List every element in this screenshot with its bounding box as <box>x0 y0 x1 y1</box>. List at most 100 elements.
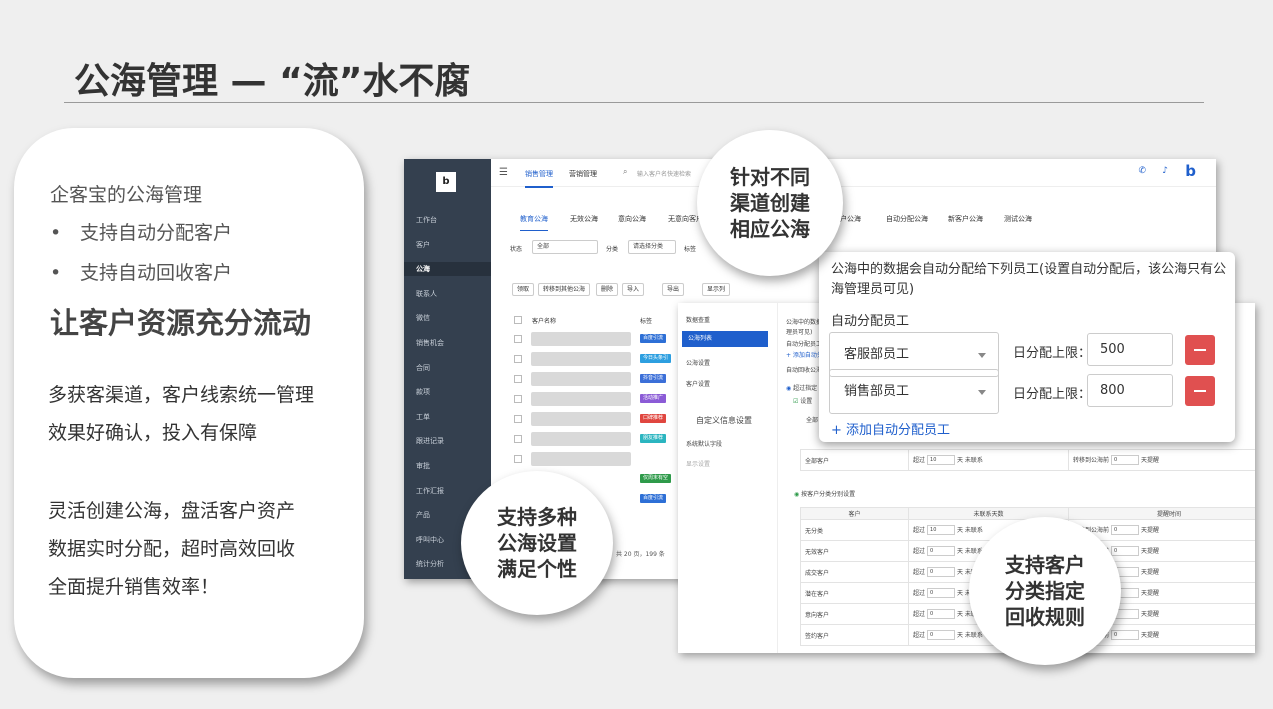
add-auto-link[interactable]: + 添加自动分 <box>786 350 823 359</box>
remove-button[interactable] <box>1185 376 1215 406</box>
add-employee-link[interactable]: + 添加自动分配员工 <box>831 419 950 438</box>
bullet-text: 支持自动回收客户 <box>80 262 233 284</box>
over-label: 超过 <box>913 610 926 618</box>
bullet-auto-assign: • 支持自动分配客户 <box>50 218 232 245</box>
search-input[interactable]: 输入客户名快速检索 <box>637 169 691 178</box>
category-select[interactable]: 请选择分类 <box>628 240 676 254</box>
days-input[interactable]: 10 <box>927 455 956 466</box>
table-row[interactable] <box>531 452 631 466</box>
remind-input[interactable]: 0 <box>1111 630 1140 641</box>
radio-over-days[interactable]: ◉ 超过指定 <box>786 383 817 392</box>
row-tag: 今日头条引 <box>640 354 672 363</box>
sidebar-item[interactable]: 客户 <box>416 238 430 252</box>
sidebar-item[interactable]: 产品 <box>416 508 430 522</box>
no-contact-label: 天 未联系 <box>957 631 983 639</box>
callout-line: 回收规则 <box>1005 605 1085 629</box>
tab-sales[interactable]: 销售管理 <box>525 169 553 188</box>
select-all-checkbox[interactable] <box>514 316 522 324</box>
checkbox-set[interactable]: ☑ 设置 <box>793 396 812 405</box>
remind-input[interactable]: 0 <box>1111 546 1140 557</box>
top-bar: ☰ 销售管理 营销管理 ⌕ 输入客户名快速检索 ✆ ♪ b <box>491 159 1216 188</box>
table-row[interactable] <box>531 352 631 366</box>
sidebar-item[interactable]: 跟进记录 <box>416 434 444 448</box>
headline: 让客户资源充分流动 <box>50 306 312 340</box>
row-tag: 百度引流 <box>640 334 667 343</box>
sidebar-item[interactable]: 工单 <box>416 410 430 424</box>
days-input[interactable]: 0 <box>927 567 956 578</box>
table-row[interactable] <box>531 432 631 446</box>
limit-label: 日分配上限： <box>1013 346 1092 361</box>
pool-tab[interactable]: 教育公海 <box>520 214 548 231</box>
callout-line: 分类指定 <box>1005 579 1085 603</box>
sidebar-item[interactable]: 统计分析 <box>416 557 444 571</box>
menu-toggle-icon[interactable]: ☰ <box>499 167 508 178</box>
pool-tab[interactable]: 自动分配公海 <box>886 214 928 224</box>
row-checkbox[interactable] <box>514 375 522 383</box>
intro-subtitle: 企客宝的公海管理 <box>50 184 203 206</box>
limit-input[interactable]: 500 <box>1087 333 1173 366</box>
menu-default-fields[interactable]: 系统默认字段 <box>686 439 722 448</box>
remind-input[interactable]: 0 <box>1111 455 1140 466</box>
remove-button[interactable] <box>1185 335 1215 365</box>
sidebar-item[interactable]: 工作汇报 <box>416 484 444 498</box>
callout-settings: 支持多种 公海设置 满足个性 <box>461 471 613 615</box>
bell-icon[interactable]: ♪ <box>1162 166 1168 176</box>
menu-customer-settings[interactable]: 客户设置 <box>686 379 710 388</box>
row-checkbox[interactable] <box>514 335 522 343</box>
claim-button[interactable]: 领取 <box>512 283 535 296</box>
callout-line: 满足个性 <box>497 557 577 581</box>
table-row[interactable] <box>531 412 631 426</box>
pool-tab[interactable]: 户公海 <box>840 214 861 224</box>
pool-tab[interactable]: 测试公海 <box>1004 214 1032 224</box>
menu-pool-settings[interactable]: 公海设置 <box>686 358 710 367</box>
days-input[interactable]: 0 <box>927 588 956 599</box>
row-checkbox[interactable] <box>514 355 522 363</box>
menu-custom-fields[interactable]: 自定义信息设置 <box>696 415 752 426</box>
pool-tab[interactable]: 无效公海 <box>570 214 598 224</box>
import-button[interactable]: 导入 <box>622 283 645 296</box>
table-row[interactable] <box>531 372 631 386</box>
menu-pool-list[interactable]: 公海列表 <box>682 331 768 347</box>
menu-dedupe[interactable]: 数据查重 <box>686 315 710 324</box>
columns-button[interactable]: 显示列 <box>702 283 731 296</box>
row-checkbox[interactable] <box>514 455 522 463</box>
menu-display[interactable]: 显示设置 <box>686 459 710 468</box>
para1-line2: 效果好确认，投入有保障 <box>48 422 258 444</box>
sidebar-item[interactable]: 联系人 <box>416 287 437 301</box>
row-checkbox[interactable] <box>514 395 522 403</box>
pool-tab[interactable]: 意向公海 <box>618 214 646 224</box>
days-input[interactable]: 0 <box>927 630 956 641</box>
sidebar-item[interactable]: 微信 <box>416 311 430 325</box>
sidebar-item[interactable]: 呼叫中心 <box>416 533 444 547</box>
days-input[interactable]: 10 <box>927 525 956 536</box>
dept-select[interactable]: 销售部员工 <box>829 369 999 414</box>
phone-icon[interactable]: ✆ <box>1138 166 1146 176</box>
transfer-button[interactable]: 转移到其他公海 <box>538 283 591 296</box>
status-select[interactable]: 全部 <box>532 240 598 254</box>
table-row[interactable] <box>531 332 631 346</box>
table-row[interactable] <box>531 392 631 406</box>
sidebar-item[interactable]: 工作台 <box>416 213 437 227</box>
days-input[interactable]: 0 <box>927 609 956 620</box>
category-name: 意向客户 <box>800 603 909 625</box>
col-customer-name: 客户名称 <box>532 318 557 325</box>
sidebar-item[interactable]: 款项 <box>416 385 430 399</box>
limit-input[interactable]: 800 <box>1087 374 1173 407</box>
row-checkbox[interactable] <box>514 435 522 443</box>
sidebar-item[interactable]: 合同 <box>416 361 430 375</box>
all-customer-table: 全部客户 超过 10 天 未联系 转移到公海前 0 天提醒 <box>800 449 1255 471</box>
remind-input[interactable]: 0 <box>1111 525 1140 536</box>
sidebar-item[interactable]: 公海 <box>404 262 491 277</box>
radio-by-category[interactable]: ◉ 按客户分类分别设置 <box>794 489 855 498</box>
tab-marketing[interactable]: 营销管理 <box>569 169 597 179</box>
no-contact-label: 天 未联系 <box>957 456 983 464</box>
sidebar-item[interactable]: 销售机会 <box>416 336 444 350</box>
para2-line2: 数据实时分配，超时高效回收 <box>48 538 296 560</box>
row-checkbox[interactable] <box>514 415 522 423</box>
days-input[interactable]: 0 <box>927 546 956 557</box>
bullet-mark: • <box>50 262 62 284</box>
sidebar-item[interactable]: 审批 <box>416 459 430 473</box>
export-button[interactable]: 导出 <box>662 283 685 296</box>
delete-button[interactable]: 删除 <box>596 283 619 296</box>
pool-tab[interactable]: 新客户公海 <box>948 214 983 224</box>
